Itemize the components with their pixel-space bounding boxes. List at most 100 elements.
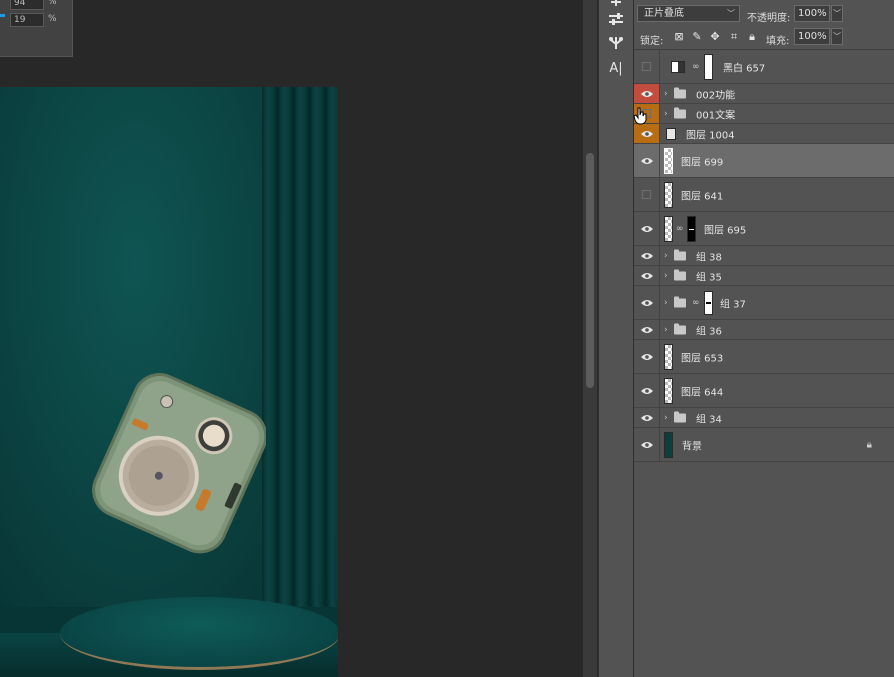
mask-thumbnail[interactable] <box>704 53 713 80</box>
layer-thumbnail[interactable] <box>664 215 673 242</box>
layers-panel: 正片叠底 ﹀ 不透明度: 100% ﹀ 锁定: ⊠ ✎ ✥ ⌗ 🔒︎ 填充: 1… <box>634 0 894 677</box>
layer-row[interactable]: 图层 653 <box>634 340 894 374</box>
retro-radio-product-image <box>92 373 266 554</box>
character-text-icon[interactable]: A| <box>607 59 625 77</box>
expand-arrow-icon[interactable]: › <box>664 271 668 281</box>
opacity-input[interactable]: 100% <box>794 5 830 22</box>
lock-all-icon[interactable]: 🔒︎ <box>745 30 759 44</box>
lock-artboard-icon[interactable]: ⌗ <box>727 30 741 44</box>
expand-arrow-icon[interactable]: › <box>664 413 668 423</box>
layer-row[interactable]: 图层 641 <box>634 178 894 212</box>
mask-thumbnail[interactable] <box>687 215 696 242</box>
lock-image-pixels-brush-icon[interactable]: ✎ <box>690 30 704 44</box>
layer-thumbnail[interactable] <box>664 377 673 404</box>
expand-arrow-icon[interactable]: › <box>664 298 668 308</box>
layer-name: 组 36 <box>696 326 722 337</box>
layer-name: 图层 699 <box>681 157 724 168</box>
expand-arrow-icon[interactable]: › <box>664 325 668 335</box>
layer-name: 图层 1004 <box>686 130 735 141</box>
eye-visibility-icon[interactable] <box>634 144 660 177</box>
expand-arrow-icon[interactable]: › <box>664 89 668 99</box>
layer-row[interactable]: ∞ 图层 695 <box>634 212 894 246</box>
paths-icon[interactable] <box>607 34 625 52</box>
eye-visibility-icon[interactable] <box>634 124 660 143</box>
eye-visibility-icon[interactable] <box>634 408 660 427</box>
layer-name: 组 37 <box>720 299 746 310</box>
layer-row[interactable]: 背景 🔒︎ <box>634 428 894 462</box>
eye-visibility-icon[interactable] <box>634 428 660 461</box>
eye-visibility-icon[interactable] <box>634 374 660 407</box>
visibility-off-box[interactable] <box>634 50 660 83</box>
folder-icon <box>674 411 686 422</box>
properties-panel-fragment: 94 % 19 % <box>0 0 73 57</box>
opacity-label: 不透明度: <box>747 13 791 24</box>
lock-transparent-pixels-icon[interactable]: ⊠ <box>672 30 686 44</box>
link-chain-icon[interactable]: ∞ <box>676 224 684 234</box>
layer-thumbnail[interactable] <box>664 147 673 174</box>
scrollbar-thumb[interactable] <box>586 153 594 388</box>
layer-thumbnail[interactable] <box>664 431 673 458</box>
fill-dropdown-chevron-icon[interactable]: ﹀ <box>831 28 843 45</box>
layer-row[interactable]: › 组 34 <box>634 408 894 428</box>
eye-visibility-icon[interactable] <box>634 340 660 373</box>
layer-name: 001文案 <box>696 110 736 121</box>
expand-arrow-icon[interactable]: › <box>664 251 668 261</box>
folder-icon <box>674 249 686 260</box>
document-canvas[interactable] <box>0 87 338 677</box>
expand-arrow-icon[interactable]: › <box>664 109 668 119</box>
slider-marker <box>0 14 5 17</box>
layer-thumbnail[interactable] <box>664 181 673 208</box>
layer-row[interactable]: › 组 36 <box>634 320 894 340</box>
layer-row[interactable]: › 组 38 <box>634 246 894 266</box>
folder-icon <box>674 107 686 118</box>
layer-name: 002功能 <box>696 90 736 101</box>
panel-tool-strip: A| <box>598 0 634 677</box>
lock-label: 锁定: <box>640 36 664 47</box>
mask-thumbnail[interactable] <box>704 290 713 315</box>
layer-row[interactable]: ∞ 黑白 657 <box>634 50 894 84</box>
smart-object-icon <box>666 127 676 140</box>
folder-icon <box>674 323 686 334</box>
layer-row[interactable]: 图层 644 <box>634 374 894 408</box>
eye-visibility-icon[interactable] <box>634 84 660 103</box>
property-unit-2: % <box>48 14 57 24</box>
layer-name: 图层 653 <box>681 353 724 364</box>
fill-input[interactable]: 100% <box>794 28 830 45</box>
document-workspace[interactable]: 94 % 19 % <box>0 0 583 677</box>
layer-name: 组 35 <box>696 272 722 283</box>
eye-visibility-icon[interactable] <box>634 246 660 265</box>
visibility-off-box[interactable] <box>634 178 660 211</box>
property-field-2[interactable]: 19 <box>10 13 44 27</box>
layer-row[interactable]: › ∞ 组 37 <box>634 286 894 320</box>
layer-name: 图层 695 <box>704 225 747 236</box>
fill-label: 填充: <box>766 36 790 47</box>
curtain-backdrop <box>262 87 338 677</box>
layer-row[interactable]: › 组 35 <box>634 266 894 286</box>
layer-thumbnail[interactable] <box>664 343 673 370</box>
folder-icon <box>674 87 686 98</box>
layer-name: 背景 <box>682 441 702 452</box>
link-chain-icon[interactable]: ∞ <box>692 62 700 72</box>
adjustments-sliders-icon[interactable] <box>607 10 625 28</box>
layer-name: 图层 641 <box>681 191 724 202</box>
opacity-dropdown-chevron-icon[interactable]: ﹀ <box>831 5 843 22</box>
eye-visibility-icon[interactable] <box>634 212 660 245</box>
lock-position-move-icon[interactable]: ✥ <box>708 30 722 44</box>
property-field-1[interactable]: 94 <box>10 0 44 10</box>
layer-row[interactable]: › 001文案 <box>634 104 894 124</box>
layer-row[interactable]: 图层 1004 <box>634 124 894 144</box>
property-unit-1: % <box>48 0 57 7</box>
vertical-scrollbar[interactable] <box>583 0 597 677</box>
folder-icon <box>674 269 686 280</box>
hand-cursor-icon <box>633 107 647 125</box>
layer-row[interactable]: 图层 699 <box>634 144 894 178</box>
eye-visibility-icon[interactable] <box>634 286 660 319</box>
layer-row[interactable]: › 002功能 <box>634 84 894 104</box>
blend-mode-value: 正片叠底 <box>644 8 684 19</box>
link-chain-icon[interactable]: ∞ <box>692 298 700 308</box>
eye-visibility-icon[interactable] <box>634 266 660 285</box>
blend-mode-select[interactable]: 正片叠底 ﹀ <box>637 5 740 22</box>
folder-icon <box>674 296 686 307</box>
layer-name: 黑白 657 <box>723 63 766 74</box>
eye-visibility-icon[interactable] <box>634 320 660 339</box>
